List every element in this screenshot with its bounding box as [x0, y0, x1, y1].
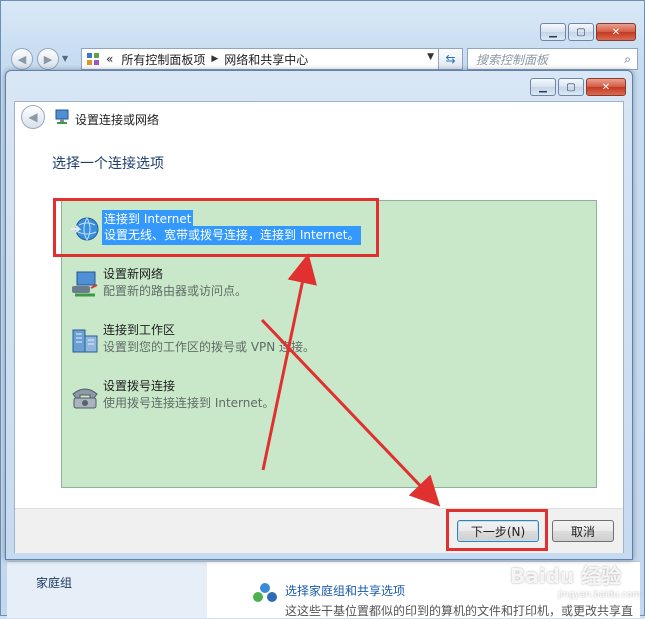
dialog-caption-buttons: ▁ ▢ ✕ — [528, 78, 626, 96]
dialog-footer: 下一步(N) 取消 — [15, 508, 623, 553]
search-input[interactable]: 搜索控制面板 ⌕ — [467, 48, 638, 70]
globe-icon — [71, 217, 99, 241]
breadcrumb-current[interactable]: 网络和共享中心 — [224, 51, 308, 68]
option-title: 设置拨号连接 — [103, 379, 176, 393]
network-setup-icon — [55, 109, 69, 124]
breadcrumb-separator-icon[interactable]: ▶ — [211, 54, 218, 64]
setup-connection-dialog: ▁ ▢ ✕ ◀ 设置连接或网络 选择一个连接选项 连接到 Internet 设置… — [5, 70, 633, 560]
option-workplace[interactable]: 连接到工作区 设置到您的工作区的拨号或 VPN 连接。 — [62, 316, 596, 366]
left-pane: 家庭组 — [7, 562, 207, 618]
minimize-icon[interactable]: ▁ — [530, 78, 556, 96]
wizard-title: 设置连接或网络 — [75, 113, 160, 127]
address-bar[interactable]: « 所有控制面板项 ▶ 网络和共享中心 ▼ — [81, 48, 439, 70]
dialup-phone-icon — [72, 388, 98, 409]
search-icon[interactable]: ⌕ — [624, 52, 631, 67]
maximize-icon[interactable]: ▢ — [568, 23, 594, 41]
breadcrumb-prefix: « — [106, 52, 114, 66]
cancel-button[interactable]: 取消 — [552, 520, 614, 542]
workplace-icon — [72, 329, 98, 353]
option-description: 配置新的路由器或访问点。 — [103, 284, 248, 298]
option-dialup[interactable]: 设置拨号连接 使用拨号连接连接到 Internet。 — [62, 372, 596, 422]
option-connect-internet[interactable]: 连接到 Internet 设置无线、宽带或拨号连接，连接到 Internet。 — [62, 205, 596, 255]
option-title: 连接到工作区 — [103, 323, 176, 337]
option-description: 设置到您的工作区的拨号或 VPN 连接。 — [103, 340, 316, 354]
option-new-network[interactable]: 设置新网络 配置新的路由器或访问点。 — [62, 260, 596, 310]
page-heading: 选择一个连接选项 — [52, 156, 164, 172]
forward-arrow-icon[interactable]: ▶ — [37, 48, 59, 70]
minimize-icon[interactable]: ▁ — [540, 23, 566, 41]
back-arrow-icon[interactable]: ◀ — [21, 105, 45, 129]
connection-options-list: 连接到 Internet 设置无线、宽带或拨号连接，连接到 Internet。 … — [61, 200, 597, 488]
wizard-header: ◀ 设置连接或网络 — [15, 102, 623, 136]
homegroup-icon — [253, 583, 277, 602]
option-title: 连接到 Internet — [102, 210, 194, 227]
control-panel-icon — [87, 53, 99, 65]
close-icon[interactable]: ✕ — [596, 23, 636, 41]
router-icon — [72, 271, 98, 297]
homegroup-description: 这这些干基位置都似的印到的算机的文件和打印机，或更改共享直 — [285, 604, 634, 618]
search-placeholder: 搜索控制面板 — [476, 52, 549, 67]
option-title: 设置新网络 — [103, 267, 164, 281]
window-caption-buttons: ▁ ▢ ✕ — [538, 23, 636, 41]
homegroup-label[interactable]: 家庭组 — [36, 574, 72, 591]
maximize-icon[interactable]: ▢ — [558, 78, 584, 96]
close-icon[interactable]: ✕ — [586, 78, 626, 96]
address-dropdown-icon[interactable]: ▼ — [427, 52, 434, 62]
breadcrumb-root[interactable]: 所有控制面板项 — [121, 51, 205, 68]
option-description: 设置无线、宽带或拨号连接，连接到 Internet。 — [102, 226, 362, 245]
content-area: 家庭组 选择家庭组和共享选项 这这些干基位置都似的印到的算机的文件和打印机，或更… — [7, 561, 640, 618]
next-button[interactable]: 下一步(N) — [457, 520, 539, 542]
homegroup-link[interactable]: 选择家庭组和共享选项 — [285, 582, 405, 599]
navigation-bar: ◀ ▶ ▼ « 所有控制面板项 ▶ 网络和共享中心 ▼ ⇆ 搜索控制面板 ⌕ — [7, 45, 640, 73]
dialog-client-area: ◀ 设置连接或网络 选择一个连接选项 连接到 Internet 设置无线、宽带或… — [14, 101, 624, 553]
back-arrow-icon[interactable]: ◀ — [11, 48, 33, 70]
option-description: 使用拨号连接连接到 Internet。 — [103, 396, 275, 410]
refresh-icon[interactable]: ⇆ — [439, 48, 463, 70]
history-dropdown-icon[interactable]: ▼ — [62, 54, 68, 63]
